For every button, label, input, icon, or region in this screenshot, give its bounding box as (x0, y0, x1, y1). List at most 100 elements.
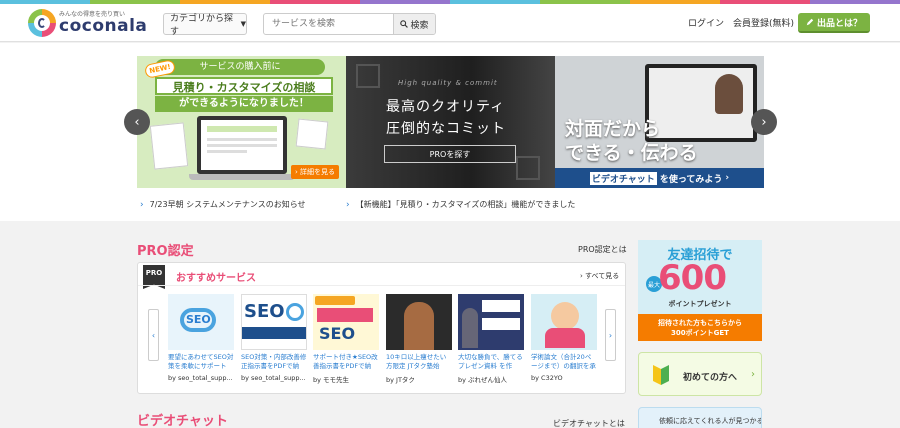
carousel-prev-button[interactable]: ‹ (124, 109, 150, 135)
service-title: サポート付き★SEO改善指示書をPDFで納 (313, 353, 378, 370)
see-all-label: すべて見る (585, 272, 620, 280)
video-chat-about-link[interactable]: ビデオチャットとは (553, 418, 625, 428)
banner1-line1: サービスの購入前に (155, 59, 325, 75)
service-card[interactable]: SEO SEO対策・内部改善修正指示書をPDFで納 by seo_total_s… (241, 294, 307, 382)
search-bar: 検索 (263, 13, 436, 35)
chevron-right-icon: › (751, 369, 755, 380)
chevron-right-icon: › (140, 199, 144, 210)
service-card[interactable]: 学術論文（合計20ページまで）の翻訳を承 by C32YO (531, 294, 597, 382)
see-all-link[interactable]: › すべて見る (580, 271, 619, 281)
pro-about-link[interactable]: PRO認定とは (578, 244, 627, 255)
service-thumbnail (386, 294, 452, 350)
invite-present-text: ポイントプレゼント (668, 300, 732, 308)
chevron-right-icon: › (346, 199, 350, 210)
service-title: 学術論文（合計20ページまで）の翻訳を承 (531, 353, 596, 370)
first-time-label: 初めての方へ (683, 373, 738, 383)
service-seller: by C32YO (531, 374, 563, 382)
recommended-title: おすすめサービス (176, 273, 256, 284)
service-seller: by JTタク (386, 376, 415, 384)
service-card[interactable]: 10キロ以上痩せたい方限定 JTタク塾始 by JTタク (386, 294, 452, 384)
search-icon (400, 20, 409, 28)
login-link[interactable]: ログイン (688, 16, 724, 29)
pencil-icon (806, 18, 814, 26)
news-item[interactable]: › 【新機能】「見積り・カスタマイズの相談」機能ができました (346, 199, 575, 210)
service-thumbnail (531, 294, 597, 350)
decor-square (516, 156, 540, 180)
banner1-more-button[interactable]: › 詳細を見る (291, 165, 339, 179)
service-seller: by モモ先生 (313, 376, 350, 384)
services-prev-button[interactable]: ‹ (148, 309, 159, 361)
banner2-line2: 圧倒的なコミット (386, 121, 506, 137)
first-time-guide-button[interactable]: 初めての方へ › (638, 352, 762, 396)
banner3-line1: 対面だから (565, 118, 661, 140)
service-thumbnail (458, 294, 524, 350)
search-button[interactable]: 検索 (393, 14, 435, 34)
banner3-bar-highlight: ビデオチャット (589, 171, 657, 185)
pro-section-title: PRO認定 (137, 244, 194, 259)
person-illustration (715, 74, 743, 114)
chevron-right-icon: › (608, 330, 613, 340)
laptop-illustration (189, 116, 295, 180)
category-button-label: カテゴリから探す (170, 14, 234, 37)
news-text: 7/23早朝 システムメンテナンスのお知らせ (149, 200, 306, 209)
decor-square (356, 64, 380, 88)
news-text: 【新機能】「見積り・カスタマイズの相談」機能ができました (355, 200, 576, 209)
service-title: 大切な勝負で、勝てるプレゼン資料 を作 (458, 353, 523, 370)
service-card[interactable]: SEO 要望にあわせてSEO対策を柔軟にサポート by seo_total_su… (168, 294, 234, 382)
recommended-services-panel: PRO おすすめサービス › すべて見る ‹ › SEO 要望にあわせてSEO対… (137, 262, 626, 394)
service-title: 10キロ以上痩せたい方限定 JTタク塾始 (386, 353, 447, 370)
hero-carousel: サービスの購入前に NEW! 見積り・カスタマイズの相談 ができるようになりまし… (0, 43, 900, 221)
news-item[interactable]: › 7/23早朝 システムメンテナンスのお知らせ (140, 199, 306, 210)
service-thumbnail: SEO (168, 294, 234, 350)
sell-info-button[interactable]: 出品とは？ (798, 13, 870, 33)
banner2-label: High quality & commit (398, 79, 498, 87)
services-next-button[interactable]: › (605, 309, 616, 361)
site-header: みんなの得意を売り買い coconala カテゴリから探す ▼ 検索 ログイン … (0, 4, 900, 42)
search-input[interactable] (264, 14, 393, 34)
chevron-right-icon: › (725, 173, 730, 183)
invite-lower-line2: 300ポイントGET (671, 329, 729, 337)
service-title: 要望にあわせてSEO対策を柔軟にサポート (168, 353, 234, 370)
search-button-label: 検索 (410, 20, 429, 31)
logo-wordmark: coconala (59, 16, 148, 36)
beginner-mark-icon (653, 365, 669, 385)
chevron-left-icon: ‹ (134, 114, 140, 130)
service-seller: by seo_total_supp... (241, 374, 306, 382)
divider (138, 285, 625, 286)
banner3-bar: ビデオチャット を使ってみよう › (555, 168, 764, 188)
service-seller: by seo_total_supp... (168, 374, 233, 382)
sell-button-label: 出品とは？ (816, 18, 862, 29)
find-pro-button[interactable]: PROを探す (384, 145, 516, 163)
invite-friends-banner[interactable]: 友達招待で 最大 600 ポイントプレゼント 招待された方もこちらから 300ポ… (638, 240, 762, 341)
service-card[interactable]: 大切な勝負で、勝てるプレゼン資料 を作 by ぷれぜん仙人 (458, 294, 524, 384)
document-illustration (149, 122, 189, 170)
carousel-next-button[interactable]: › (751, 109, 777, 135)
invite-lower-box: 招待された方もこちらから 300ポイントGET (638, 314, 762, 341)
coconala-logo-icon (28, 9, 56, 37)
register-link[interactable]: 会員登録(無料) (733, 16, 794, 29)
banner3-line2: できる・伝わる (565, 142, 698, 164)
banner-estimate-consult[interactable]: サービスの購入前に NEW! 見積り・カスタマイズの相談 ができるようになりまし… (137, 56, 346, 188)
banner-video-chat[interactable]: 対面だから できる・伝わる ビデオチャット を使ってみよう › (555, 56, 764, 188)
banner1-line3: ができるようになりました！ (155, 96, 333, 112)
banner1-line2: 見積り・カスタマイズの相談 (155, 77, 333, 95)
service-thumbnail: SEO (313, 294, 379, 350)
chevron-right-icon: › (761, 114, 767, 130)
service-card[interactable]: SEO サポート付き★SEO改善指示書をPDFで納 by モモ先生 (313, 294, 379, 384)
banner2-line1: 最高のクオリティ (386, 99, 506, 115)
banner1-more-label: 詳細を見る (300, 168, 336, 176)
category-dropdown-button[interactable]: カテゴリから探す ▼ (163, 13, 247, 37)
banner3-bar-text: を使ってみよう (659, 174, 723, 185)
chevron-down-icon: ▼ (240, 20, 246, 28)
video-chat-section-title: ビデオチャット (137, 414, 228, 428)
invite-points: 600 (658, 258, 727, 298)
new-badge: NEW! (143, 59, 177, 79)
invite-lower-line1: 招待された方もこちらから (658, 319, 742, 327)
chat-illustration (295, 118, 329, 150)
banner-pro-quality[interactable]: High quality & commit 最高のクオリティ 圧倒的なコミット … (346, 56, 555, 188)
service-title: SEO対策・内部改善修正指示書をPDFで納 (241, 353, 307, 370)
chevron-left-icon: ‹ (151, 330, 156, 340)
request-board-banner[interactable]: 依頼に応えてくれる人が見つかる (638, 407, 762, 428)
coconala-logo[interactable]: みんなの得意を売り買い coconala (28, 7, 158, 39)
service-seller: by ぷれぜん仙人 (458, 376, 508, 384)
